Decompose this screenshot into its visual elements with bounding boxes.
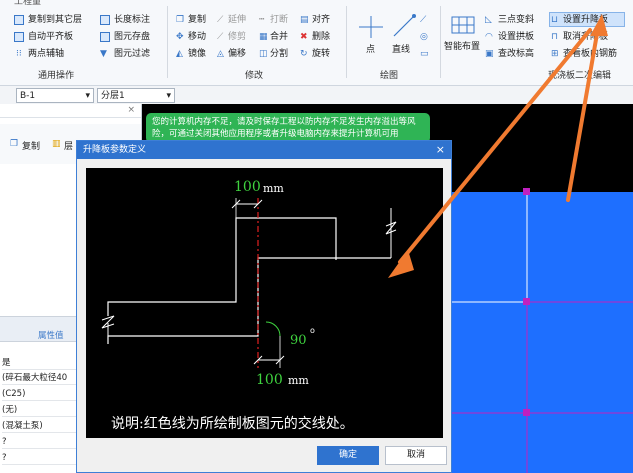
grip-handle [523,298,530,305]
dim-bottom-unit: mm [288,374,309,387]
dialog-titlebar: 升降板参数定义 × [77,141,451,159]
angle-value: 90 [290,333,307,348]
dialog-title: 升降板参数定义 [83,145,147,155]
parameter-diagram [86,168,443,438]
memory-warning-toast: 您的计算机内存不足，请及时保存工程以防内存不足发生内存溢出等风险，可通过关闭其他… [146,113,430,143]
dim-bottom-value: 100 [256,372,283,388]
dim-top-unit: mm [263,182,284,195]
drop-slab-dialog: 升降板参数定义 × 100 mm 100 mm 90 o 说明:红色线为所绘制板… [76,140,452,473]
grip-handle [523,188,530,195]
degree-symbol-icon: o [310,326,315,335]
close-icon[interactable]: × [436,141,445,159]
ok-button[interactable]: 确定 [317,446,379,465]
diagram-background [86,168,443,438]
grip-handle [523,409,530,416]
warning-text: 您的计算机内存不足，请及时保存工程以防内存不足发生内存溢出等风险，可通过关闭其他… [152,117,416,139]
diagram-note: 说明:红色线为所绘制板图元的交线处。 [111,416,354,432]
cancel-button[interactable]: 取消 [385,446,447,465]
dim-top-value: 100 [234,179,261,195]
